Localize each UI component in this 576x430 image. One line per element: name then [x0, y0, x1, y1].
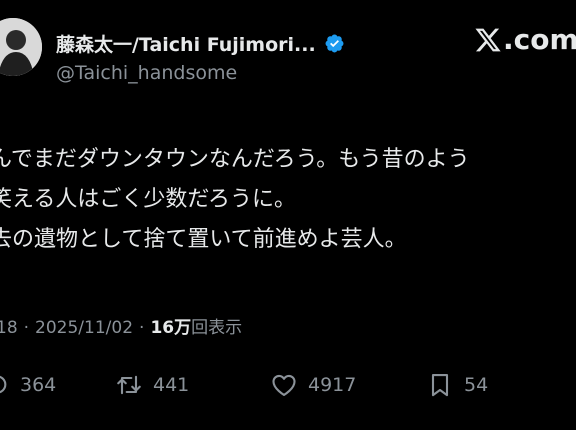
like-button[interactable]: 4917: [270, 371, 356, 399]
tweet-metadata: 18 · 2025/11/02 · 16万回表示: [0, 313, 242, 338]
tweet-text-line: んでまだダウンタウンなんだろう。もう昔のよう: [0, 147, 470, 172]
bookmark-button[interactable]: 54: [426, 371, 488, 399]
repost-count: 441: [153, 374, 190, 396]
reply-count: 364: [20, 374, 57, 396]
bookmark-icon: [431, 374, 449, 397]
repost-icon: [117, 375, 141, 395]
tweet-text: んでまだダウンタウンなんだろう。もう昔のよう 笑える人はごく少数だろうに。 去の…: [0, 140, 470, 260]
x-brand-watermark: .com: [474, 26, 576, 54]
views-count: 16万: [150, 318, 192, 338]
tweet-actions-bar: 364 441 4917 54: [0, 365, 576, 405]
x-logo-icon: [474, 26, 502, 54]
tweet-date[interactable]: 2025/11/02: [35, 318, 133, 338]
verified-badge-icon: [324, 33, 345, 54]
repost-button[interactable]: 441: [115, 371, 189, 399]
user-avatar[interactable]: [0, 18, 42, 76]
author-name-row[interactable]: 藤森太一/Taichi Fujimori...: [56, 30, 345, 57]
reply-icon: [0, 375, 7, 394]
tweet-time[interactable]: 18: [0, 318, 18, 338]
heart-icon: [272, 374, 296, 396]
like-count: 4917: [308, 374, 357, 396]
author-display-name[interactable]: 藤森太一/Taichi Fujimori...: [56, 30, 316, 57]
bookmark-count: 54: [464, 374, 489, 396]
tweet-text-line: 去の遺物として捨て置いて前進めよ芸人。: [0, 227, 407, 252]
brand-domain-suffix: .com: [503, 23, 576, 56]
author-handle[interactable]: @Taichi_handsome: [56, 62, 237, 84]
tweet-text-line: 笑える人はごく少数だろうに。: [0, 187, 297, 212]
meta-separator: ·: [139, 318, 145, 338]
reply-button[interactable]: 364: [0, 371, 56, 399]
views-label: 回表示: [191, 318, 243, 338]
meta-separator: ·: [23, 318, 30, 338]
